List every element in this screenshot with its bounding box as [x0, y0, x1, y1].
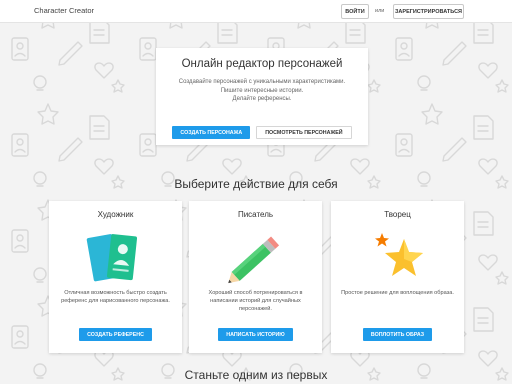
card-title: Художник	[97, 210, 134, 219]
card-title: Писатель	[237, 210, 274, 219]
register-button[interactable]: Зарегистрироваться	[393, 4, 464, 19]
view-characters-button[interactable]: Посмотреть персонажей	[256, 126, 352, 139]
hero-actions: Создать персонажа Посмотреть персонажей	[156, 126, 368, 139]
artist-card: Художник Отличная возможность быстро соз…	[49, 201, 182, 353]
hero-title: Онлайн редактор персонажей	[181, 58, 343, 70]
brand-name[interactable]: Character Creator	[34, 6, 94, 15]
or-label: или	[375, 8, 385, 14]
card-description: Простое решение для воплощения образа.	[341, 290, 454, 296]
create-character-button[interactable]: Создать персонажа	[172, 126, 251, 139]
pencil-icon	[228, 236, 280, 284]
card-title: Творец	[384, 210, 411, 219]
top-navbar: Character Creator Войти или Зарегистриро…	[0, 0, 512, 23]
card-description: Отличная возможность быстро создать рефе…	[61, 290, 170, 304]
login-button[interactable]: Войти	[341, 4, 369, 19]
hero-line: Делайте референсы.	[232, 96, 292, 102]
create-reference-button[interactable]: Создать референс	[79, 328, 152, 341]
stars-icon	[375, 233, 423, 276]
choose-action-title: Выберите действие для себя	[174, 177, 338, 191]
writer-card: Писатель Хороший способ потренироваться …	[189, 201, 322, 353]
id-cards-icon	[86, 234, 138, 282]
write-story-button[interactable]: Написать историю	[218, 328, 293, 341]
hero-line: Пишите интересные истории.	[220, 87, 304, 94]
card-description: Хороший способ потренироваться в написан…	[208, 290, 303, 312]
hero-line: Создавайте персонажей с уникальными хара…	[178, 79, 346, 85]
creator-card: Творец Простое решение для воплощения об…	[331, 201, 464, 353]
hero-card: Онлайн редактор персонажей Создавайте пе…	[156, 48, 368, 145]
become-first-title: Станьте одним из первых	[184, 368, 328, 382]
hero-description: Создавайте персонажей с уникальными хара…	[156, 78, 368, 104]
embody-image-button[interactable]: Воплотить образ	[362, 328, 433, 341]
